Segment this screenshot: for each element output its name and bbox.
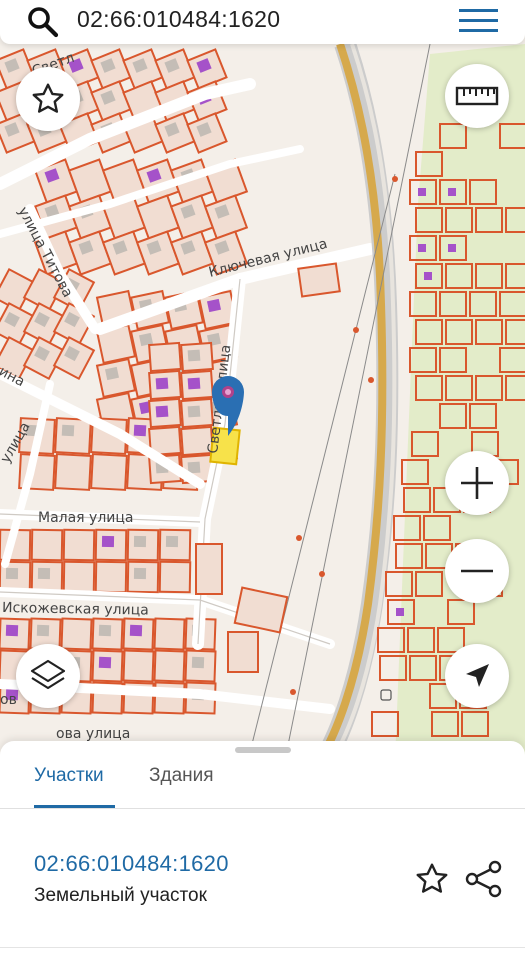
layers-button[interactable] (16, 644, 80, 708)
navigation-arrow-icon (466, 664, 489, 687)
ruler-button[interactable] (445, 64, 509, 128)
star-outline-icon (32, 83, 64, 113)
sheet-bottom-divider (0, 947, 525, 948)
minus-icon (461, 569, 493, 573)
zoom-out-button[interactable] (445, 539, 509, 603)
zoom-in-button[interactable] (445, 451, 509, 515)
street-label-malaya: Малая улица (38, 510, 134, 526)
sheet-drag-handle[interactable] (235, 747, 291, 753)
menu-icon[interactable] (459, 8, 498, 34)
layers-icon (30, 659, 66, 690)
result-cadastral-number[interactable]: 02:66:010484:1620 (34, 851, 229, 877)
favorite-star-icon[interactable] (412, 861, 452, 897)
street-label-iskozhevskaya: Искожевская улица (2, 600, 149, 619)
street-label-bottom-partial: ова улица (56, 726, 130, 742)
bottom-sheet: Участки Здания 02:66:010484:1620 Земельн… (0, 741, 525, 960)
search-input[interactable]: 02:66:010484:1620 (77, 6, 280, 33)
tabs-divider (0, 808, 525, 809)
street-label-bottom-left: ов (0, 692, 17, 708)
search-bar[interactable]: 02:66:010484:1620 (0, 0, 525, 44)
tab-plots[interactable]: Участки (34, 765, 104, 787)
my-location-button[interactable] (445, 644, 509, 708)
favorite-map-button[interactable] (16, 67, 80, 131)
ruler-icon (455, 86, 499, 106)
search-icon[interactable] (26, 4, 60, 38)
map-view[interactable]: улица Титова Ключевая улица Малая улица … (0, 44, 525, 760)
tab-buildings[interactable]: Здания (149, 765, 214, 787)
share-icon[interactable] (464, 859, 504, 899)
plus-icon (461, 467, 493, 499)
map-canvas[interactable]: улица Титова Ключевая улица Малая улица … (0, 44, 525, 760)
result-type-label: Земельный участок (34, 885, 207, 906)
